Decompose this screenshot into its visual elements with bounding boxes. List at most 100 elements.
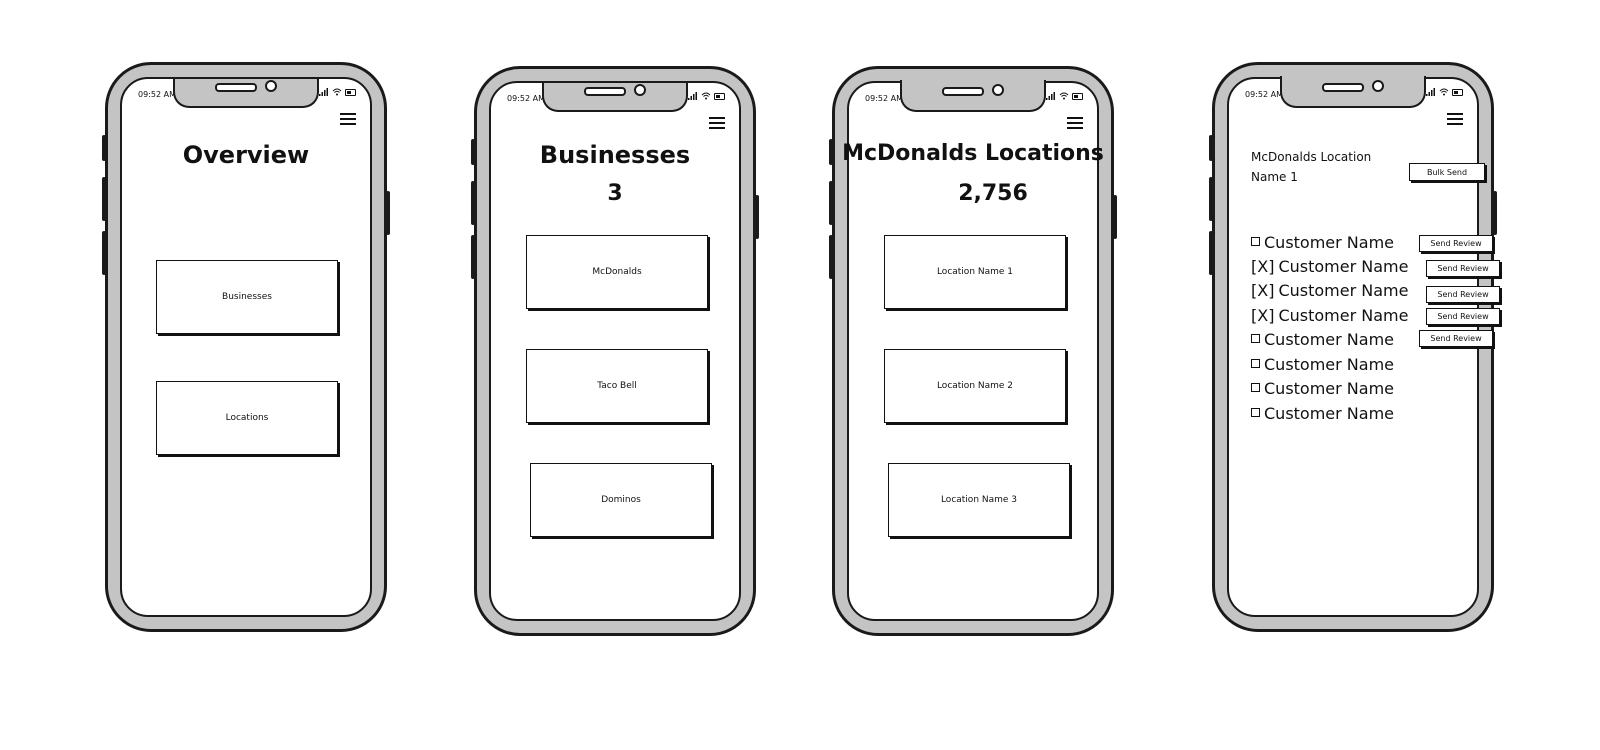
customer-row: [X] Customer Name: [1251, 306, 1408, 325]
locations-button[interactable]: Locations: [156, 381, 338, 455]
battery-icon: [1452, 88, 1463, 96]
location-card-2[interactable]: Location Name 2: [884, 349, 1066, 423]
phone-overview: 09:52 AM Overview Businesses Locations: [102, 62, 390, 632]
signal-icon: [1426, 88, 1435, 96]
page-title: McDonalds Locations: [842, 141, 1104, 166]
side-button: [471, 181, 475, 225]
customer-name: Customer Name: [1264, 355, 1395, 374]
phone-businesses: 09:52 AM Businesses 3 McDonalds Taco Bel…: [471, 66, 759, 636]
customer-checkbox[interactable]: [1251, 383, 1260, 392]
customer-name: Customer Name: [1264, 233, 1395, 252]
hamburger-menu-icon[interactable]: [709, 117, 725, 129]
business-card-mcdonalds[interactable]: McDonalds: [526, 235, 708, 309]
side-button: [829, 181, 833, 225]
customer-row: [X] Customer Name: [1251, 257, 1408, 276]
customer-name: Customer Name: [1278, 257, 1409, 276]
page-title: Businesses: [539, 141, 691, 169]
status-icons: [688, 92, 725, 100]
hamburger-menu-icon[interactable]: [1447, 113, 1463, 125]
business-card-dominos[interactable]: Dominos: [530, 463, 712, 537]
camera: [1372, 80, 1384, 92]
notch: [1280, 76, 1426, 108]
wifi-icon: [1059, 92, 1069, 100]
status-time: 09:52 AM: [1245, 90, 1283, 99]
side-button: [102, 135, 106, 161]
side-button: [829, 139, 833, 165]
location-card-3[interactable]: Location Name 3: [888, 463, 1070, 537]
send-review-button[interactable]: Send Review: [1419, 235, 1493, 252]
status-icons: [319, 88, 356, 96]
speaker: [1322, 83, 1364, 92]
side-button: [829, 235, 833, 279]
wifi-icon: [701, 92, 711, 100]
selected-marker[interactable]: [X]: [1251, 281, 1274, 300]
wifi-icon: [332, 88, 342, 96]
customer-name: Customer Name: [1264, 330, 1395, 349]
screen: 09:52 AM Overview Businesses Locations: [120, 77, 372, 617]
screen: 09:52 AM McDonalds Location Name 1 Bulk …: [1227, 76, 1500, 617]
send-review-button[interactable]: Send Review: [1419, 330, 1493, 347]
customer-row: [X] Customer Name: [1251, 281, 1408, 300]
battery-icon: [1072, 92, 1083, 100]
status-time: 09:52 AM: [507, 94, 545, 103]
side-button: [102, 177, 106, 221]
side-button: [1113, 195, 1117, 239]
customer-row: Customer Name: [1251, 330, 1394, 349]
camera: [265, 80, 277, 92]
side-button: [471, 139, 475, 165]
signal-icon: [688, 92, 697, 100]
status-time: 09:52 AM: [865, 94, 903, 103]
speaker: [215, 83, 257, 92]
phone-locations: 09:52 AM McDonalds Locations 2,756 Locat…: [829, 66, 1117, 636]
status-time: 09:52 AM: [138, 90, 176, 99]
screen: 09:52 AM McDonalds Locations 2,756 Locat…: [842, 80, 1104, 621]
signal-icon: [1046, 92, 1055, 100]
status-icons: [1046, 92, 1083, 100]
phone-location-detail: 09:52 AM McDonalds Location Name 1 Bulk …: [1209, 62, 1500, 632]
hamburger-menu-icon[interactable]: [1067, 117, 1083, 129]
customer-name: Customer Name: [1278, 281, 1409, 300]
businesses-button[interactable]: Businesses: [156, 260, 338, 334]
page-title: Overview: [182, 141, 310, 169]
side-button: [755, 195, 759, 239]
notch: [173, 79, 319, 108]
status-icons: [1426, 88, 1463, 96]
send-review-button[interactable]: Send Review: [1426, 260, 1500, 277]
side-button: [471, 235, 475, 279]
battery-icon: [714, 92, 725, 100]
speaker: [942, 87, 984, 96]
battery-icon: [345, 88, 356, 96]
side-button: [1209, 135, 1213, 161]
customer-row: Customer Name: [1251, 379, 1394, 398]
camera: [634, 84, 646, 96]
customer-name: Customer Name: [1264, 379, 1395, 398]
business-card-taco-bell[interactable]: Taco Bell: [526, 349, 708, 423]
selected-marker[interactable]: [X]: [1251, 306, 1274, 325]
location-card-1[interactable]: Location Name 1: [884, 235, 1066, 309]
camera: [992, 84, 1004, 96]
side-button: [1209, 177, 1213, 221]
send-review-button[interactable]: Send Review: [1426, 308, 1500, 325]
customer-checkbox[interactable]: [1251, 408, 1260, 417]
customer-row: Customer Name: [1251, 233, 1394, 252]
side-button: [386, 191, 390, 235]
customer-checkbox[interactable]: [1251, 334, 1260, 343]
page-title: McDonalds Location Name 1: [1251, 150, 1372, 184]
bulk-send-button[interactable]: Bulk Send: [1409, 163, 1485, 181]
customer-checkbox[interactable]: [1251, 237, 1260, 246]
customer-name: Customer Name: [1278, 306, 1409, 325]
side-button: [1209, 231, 1213, 275]
send-review-button[interactable]: Send Review: [1426, 286, 1500, 303]
wifi-icon: [1439, 88, 1449, 96]
customer-name: Customer Name: [1264, 404, 1395, 423]
hamburger-menu-icon[interactable]: [340, 113, 356, 125]
screen: 09:52 AM Businesses 3 McDonalds Taco Bel…: [489, 81, 741, 621]
customer-row: Customer Name: [1251, 355, 1394, 374]
notch: [900, 80, 1046, 112]
side-button: [1493, 191, 1497, 235]
business-count: 3: [607, 181, 623, 206]
side-button: [102, 231, 106, 275]
location-count: 2,756: [958, 181, 1028, 206]
customer-checkbox[interactable]: [1251, 359, 1260, 368]
selected-marker[interactable]: [X]: [1251, 257, 1274, 276]
